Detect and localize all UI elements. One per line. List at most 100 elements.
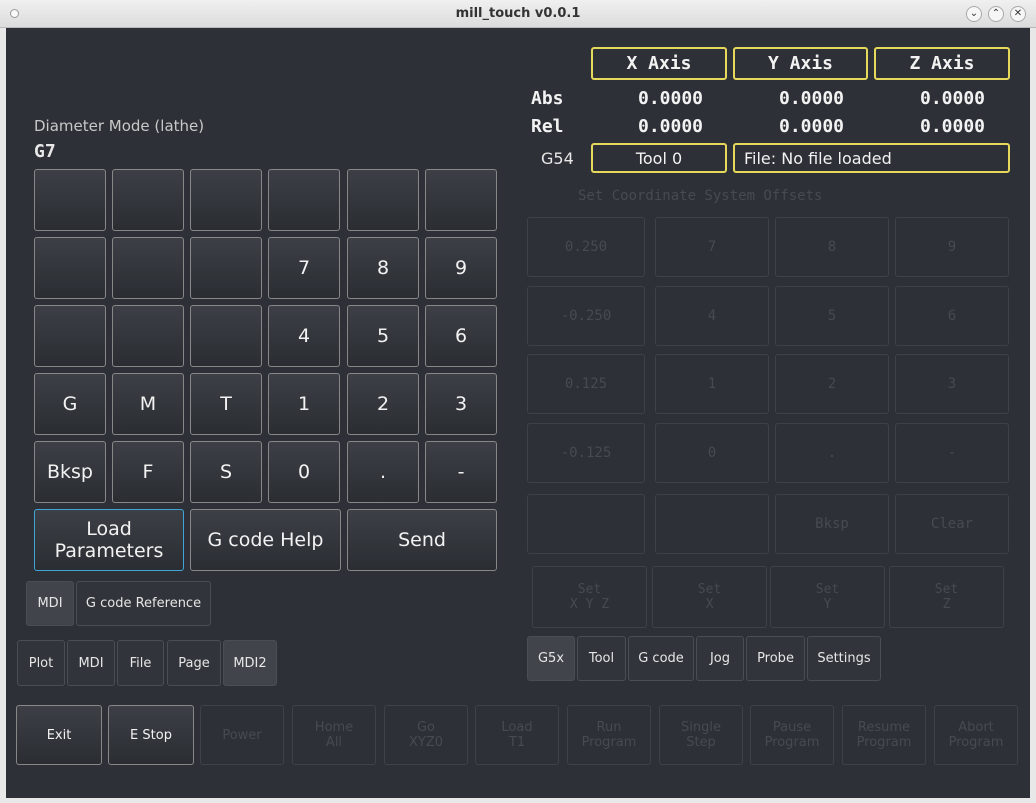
bottom-button-0[interactable]: Exit [16, 705, 102, 765]
send-button[interactable]: Send [347, 509, 497, 571]
diameter-mode-label: Diameter Mode (lathe) [34, 117, 205, 135]
z-axis-header: Z Axis [874, 47, 1010, 80]
tab-plot[interactable]: Plot [17, 640, 65, 686]
offset-key-0-1[interactable]: 7 [655, 217, 769, 277]
mdi-key-0-2[interactable] [190, 169, 262, 231]
offset-key-1-1[interactable]: 4 [655, 286, 769, 346]
rel-y-value: 0.0000 [779, 116, 845, 137]
mdi-key-1-1[interactable] [112, 237, 184, 299]
mdi-key-2-4[interactable]: 5 [347, 305, 419, 367]
mdi-command-display: G7 [34, 141, 56, 162]
mdi-key-0-1[interactable] [112, 169, 184, 231]
mdi-key-3-0[interactable]: G [34, 373, 106, 435]
rel-label: Rel [531, 116, 564, 137]
right-tab-settings[interactable]: Settings [807, 636, 881, 681]
tab-file[interactable]: File [117, 640, 164, 686]
bottom-button-5[interactable]: Load T1 [475, 705, 559, 765]
mdi-key-0-0[interactable] [34, 169, 106, 231]
file-indicator: File: No file loaded [733, 143, 1010, 173]
right-tab-tool[interactable]: Tool [577, 636, 626, 681]
offset-key-2-1[interactable]: 1 [655, 354, 769, 414]
offset-key-3-0[interactable]: -0.125 [527, 423, 645, 483]
mdi-key-4-2[interactable]: S [190, 441, 262, 503]
tool-indicator: Tool 0 [591, 143, 727, 173]
mdi-key-1-4[interactable]: 8 [347, 237, 419, 299]
offset-key-0-0[interactable]: 0.250 [527, 217, 645, 277]
mdi-key-4-5[interactable]: - [425, 441, 497, 503]
right-tab-probe[interactable]: Probe [746, 636, 805, 681]
offset-key-0-3[interactable]: 9 [895, 217, 1009, 277]
offset-key-1-3[interactable]: 6 [895, 286, 1009, 346]
y-axis-header: Y Axis [733, 47, 868, 80]
mdi-key-3-1[interactable]: M [112, 373, 184, 435]
offset-key-4-0[interactable] [527, 494, 645, 554]
offset-key-2-0[interactable]: 0.125 [527, 354, 645, 414]
offset-key-2-3[interactable]: 3 [895, 354, 1009, 414]
set-offset-button-0[interactable]: Set X Y Z [532, 566, 647, 628]
set-offset-button-3[interactable]: Set Z [889, 566, 1004, 628]
subtab-gcode-reference[interactable]: G code Reference [76, 581, 211, 626]
bottom-button-6[interactable]: Run Program [567, 705, 651, 765]
mdi-key-2-1[interactable] [112, 305, 184, 367]
gcode-help-button[interactable]: G code Help [190, 509, 341, 571]
mdi-key-3-4[interactable]: 2 [347, 373, 419, 435]
bottom-button-10[interactable]: Abort Program [934, 705, 1018, 765]
abs-z-value: 0.0000 [920, 88, 986, 109]
bottom-button-4[interactable]: Go XYZ0 [384, 705, 468, 765]
tab-page[interactable]: Page [167, 640, 221, 686]
mdi-key-2-3[interactable]: 4 [268, 305, 340, 367]
tab-mdi2[interactable]: MDI2 [223, 640, 277, 686]
mdi-key-2-2[interactable] [190, 305, 262, 367]
mdi-key-0-3[interactable] [268, 169, 340, 231]
right-tab-jog[interactable]: Jog [696, 636, 744, 681]
maximize-icon[interactable]: ⌃ [988, 6, 1004, 22]
set-offset-button-1[interactable]: Set X [652, 566, 767, 628]
set-offset-button-2[interactable]: Set Y [770, 566, 885, 628]
mdi-key-4-3[interactable]: 0 [268, 441, 340, 503]
offsets-title: Set Coordinate System Offsets [578, 188, 823, 204]
bottom-button-7[interactable]: Single Step [659, 705, 743, 765]
offset-key-4-3[interactable]: Clear [895, 494, 1009, 554]
mdi-key-3-3[interactable]: 1 [268, 373, 340, 435]
mdi-key-2-5[interactable]: 6 [425, 305, 497, 367]
mdi-key-0-5[interactable] [425, 169, 497, 231]
bottom-button-3[interactable]: Home All [292, 705, 376, 765]
close-icon[interactable]: ✕ [1010, 6, 1026, 22]
window-title: mill_touch v0.0.1 [455, 6, 581, 21]
bottom-button-1[interactable]: E Stop [108, 705, 194, 765]
load-parameters-button[interactable]: Load Parameters [34, 509, 184, 571]
mdi-key-1-2[interactable] [190, 237, 262, 299]
rel-z-value: 0.0000 [920, 116, 986, 137]
subtab-mdi[interactable]: MDI [26, 581, 74, 626]
bottom-button-8[interactable]: Pause Program [750, 705, 834, 765]
right-tab-g5x[interactable]: G5x [527, 636, 575, 681]
right-tab-g-code[interactable]: G code [628, 636, 694, 681]
x-axis-header: X Axis [591, 47, 727, 80]
mdi-key-3-2[interactable]: T [190, 373, 262, 435]
offset-key-3-2[interactable]: . [775, 423, 889, 483]
bottom-button-9[interactable]: Resume Program [842, 705, 926, 765]
mdi-key-1-3[interactable]: 7 [268, 237, 340, 299]
offset-key-4-2[interactable]: Bksp [775, 494, 889, 554]
offset-key-3-3[interactable]: - [895, 423, 1009, 483]
mdi-key-2-0[interactable] [34, 305, 106, 367]
rel-x-value: 0.0000 [638, 116, 704, 137]
bottom-button-2[interactable]: Power [200, 705, 284, 765]
abs-label: Abs [531, 88, 564, 109]
mdi-key-1-5[interactable]: 9 [425, 237, 497, 299]
title-bar: mill_touch v0.0.1 ⌄ ⌃ ✕ [0, 0, 1036, 28]
mdi-key-1-0[interactable] [34, 237, 106, 299]
mdi-key-3-5[interactable]: 3 [425, 373, 497, 435]
mdi-key-0-4[interactable] [347, 169, 419, 231]
offset-key-2-2[interactable]: 2 [775, 354, 889, 414]
tab-mdi[interactable]: MDI [67, 640, 115, 686]
offset-key-3-1[interactable]: 0 [655, 423, 769, 483]
mdi-key-4-4[interactable]: . [347, 441, 419, 503]
offset-key-0-2[interactable]: 8 [775, 217, 889, 277]
offset-key-4-1[interactable] [655, 494, 769, 554]
offset-key-1-0[interactable]: -0.250 [527, 286, 645, 346]
offset-key-1-2[interactable]: 5 [775, 286, 889, 346]
mdi-key-4-1[interactable]: F [112, 441, 184, 503]
minimize-icon[interactable]: ⌄ [966, 6, 982, 22]
mdi-key-4-0[interactable]: Bksp [34, 441, 106, 503]
